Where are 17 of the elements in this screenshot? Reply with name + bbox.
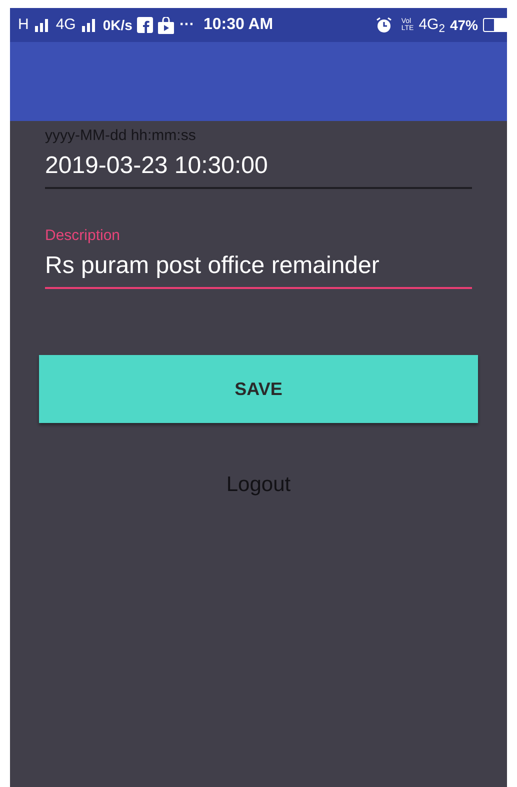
facebook-icon [137, 17, 154, 33]
clock-time: 10:30 AM [203, 15, 274, 35]
field-label: Description [45, 227, 122, 245]
network-label: 4G$_{2}$ [418, 14, 445, 36]
field-value: 2019-03-23 10:30:00 [45, 151, 269, 181]
network-label: H [18, 14, 29, 35]
signal-icon [80, 18, 98, 32]
speed-label: 0K/s [102, 16, 132, 34]
battery-percent: 47% [450, 16, 478, 34]
field-value: Rs puram post office remainder [45, 251, 380, 281]
more-indicator: ··· [179, 14, 194, 35]
text-field[interactable]: Description Rs puram post office remainder [45, 227, 472, 289]
save-button[interactable]: SAVE [39, 355, 478, 423]
shopping-bag-icon [158, 16, 174, 34]
network-label: 4G [56, 14, 76, 35]
signal-icon [34, 18, 51, 32]
alarm-icon [376, 17, 392, 33]
